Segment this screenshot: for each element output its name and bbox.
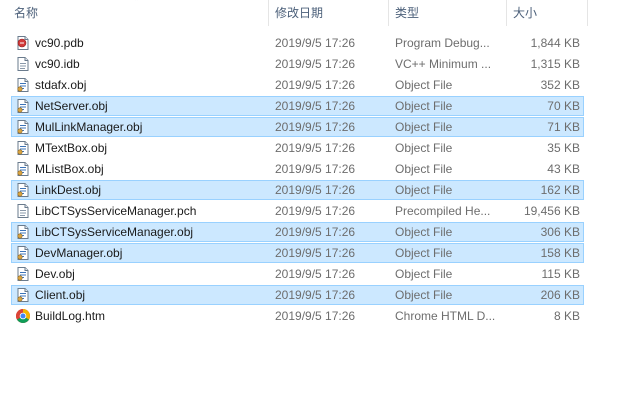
- file-type: Object File: [395, 267, 453, 281]
- file-type: Precompiled He...: [395, 204, 491, 218]
- file-type: Object File: [395, 162, 453, 176]
- file-size: 1,315 KB: [530, 57, 580, 71]
- object-file-icon: [15, 119, 31, 135]
- file-type: Chrome HTML D...: [395, 309, 496, 323]
- file-size: 306 KB: [540, 225, 580, 239]
- file-date-modified: 2019/9/5 17:26: [275, 36, 356, 50]
- file-date-modified: 2019/9/5 17:26: [275, 246, 356, 260]
- file-size: 115 KB: [541, 267, 580, 281]
- file-date-modified: 2019/9/5 17:26: [275, 204, 356, 218]
- file-name[interactable]: Client.obj: [35, 285, 267, 305]
- file-type: Program Debug...: [395, 36, 490, 50]
- file-row[interactable]: MListBox.obj 2019/9/5 17:26 Object File 43 …: [0, 159, 643, 179]
- file-row[interactable]: vc90.idb 2019/9/5 17:26 VC++ Minimum ... 1,…: [0, 54, 643, 74]
- file-type: Object File: [395, 99, 453, 113]
- generic-file-icon: [15, 56, 31, 72]
- file-size: 1,844 KB: [530, 36, 580, 50]
- column-header-name[interactable]: 名称: [8, 0, 268, 26]
- file-row[interactable]: MTextBox.obj 2019/9/5 17:26 Object File 35 …: [0, 138, 643, 158]
- object-file-icon: [15, 182, 31, 198]
- object-file-icon: [15, 266, 31, 282]
- file-size: 35 KB: [547, 141, 580, 155]
- file-row[interactable]: MulLinkManager.obj 2019/9/5 17:26 Object F…: [0, 117, 643, 137]
- column-header-type[interactable]: 类型: [388, 0, 506, 26]
- file-type: Object File: [395, 246, 453, 260]
- file-name[interactable]: vc90.idb: [35, 54, 267, 74]
- file-name[interactable]: vc90.pdb: [35, 33, 267, 53]
- file-name[interactable]: MListBox.obj: [35, 159, 267, 179]
- file-row[interactable]: stdafx.obj 2019/9/5 17:26 Object File 352 K…: [0, 75, 643, 95]
- file-row[interactable]: BuildLog.htm 2019/9/5 17:26 Chrome HTML D.…: [0, 306, 643, 326]
- file-row[interactable]: NetServer.obj 2019/9/5 17:26 Object File 70…: [0, 96, 643, 116]
- file-type: Object File: [395, 288, 453, 302]
- file-date-modified: 2019/9/5 17:26: [275, 99, 356, 113]
- file-type: Object File: [395, 141, 453, 155]
- object-file-icon: [15, 77, 31, 93]
- file-size: 43 KB: [547, 162, 580, 176]
- chrome-html-icon: [15, 308, 31, 324]
- file-type: Object File: [395, 78, 453, 92]
- file-size: 71 KB: [547, 120, 580, 134]
- file-size: 8 KB: [553, 309, 580, 323]
- file-size: 206 KB: [540, 288, 580, 302]
- file-size: 352 KB: [540, 78, 580, 92]
- file-row[interactable]: LibCTSysServiceManager.obj 2019/9/5 17:26…: [0, 222, 643, 242]
- file-type: Object File: [395, 225, 453, 239]
- file-date-modified: 2019/9/5 17:26: [275, 57, 356, 71]
- file-row[interactable]: vc90.pdb 2019/9/5 17:26 Program Debug... 1,…: [0, 33, 643, 53]
- file-size: 19,456 KB: [523, 204, 580, 218]
- file-type: Object File: [395, 120, 453, 134]
- file-name[interactable]: DevManager.obj: [35, 243, 267, 263]
- object-file-icon: [15, 245, 31, 261]
- file-name[interactable]: stdafx.obj: [35, 75, 267, 95]
- file-name[interactable]: BuildLog.htm: [35, 306, 267, 326]
- file-list: vc90.pdb 2019/9/5 17:26 Program Debug... 1,…: [0, 33, 643, 327]
- object-file-icon: [15, 287, 31, 303]
- pdb-file-icon: [15, 35, 31, 51]
- object-file-icon: [15, 98, 31, 114]
- column-header-size[interactable]: 大小: [506, 0, 588, 26]
- object-file-icon: [15, 161, 31, 177]
- file-date-modified: 2019/9/5 17:26: [275, 120, 356, 134]
- object-file-icon: [15, 140, 31, 156]
- column-header-date-modified[interactable]: 修改日期: [268, 0, 388, 26]
- file-size: 158 KB: [540, 246, 580, 260]
- file-size: 162 KB: [540, 183, 580, 197]
- file-type: Object File: [395, 183, 453, 197]
- file-row[interactable]: LibCTSysServiceManager.pch 2019/9/5 17:26…: [0, 201, 643, 221]
- file-name[interactable]: Dev.obj: [35, 264, 267, 284]
- file-date-modified: 2019/9/5 17:26: [275, 267, 356, 281]
- file-date-modified: 2019/9/5 17:26: [275, 141, 356, 155]
- object-file-icon: [15, 224, 31, 240]
- file-date-modified: 2019/9/5 17:26: [275, 309, 356, 323]
- file-name[interactable]: LibCTSysServiceManager.obj: [35, 222, 267, 242]
- file-name[interactable]: LibCTSysServiceManager.pch: [35, 201, 267, 221]
- file-date-modified: 2019/9/5 17:26: [275, 288, 356, 302]
- column-header-bar: ⌃ 名称 修改日期 类型 大小: [0, 0, 643, 26]
- file-type: VC++ Minimum ...: [395, 57, 492, 71]
- file-date-modified: 2019/9/5 17:26: [275, 183, 356, 197]
- file-size: 70 KB: [547, 99, 580, 113]
- file-row[interactable]: LinkDest.obj 2019/9/5 17:26 Object File 162…: [0, 180, 643, 200]
- file-date-modified: 2019/9/5 17:26: [275, 78, 356, 92]
- file-name[interactable]: MulLinkManager.obj: [35, 117, 267, 137]
- file-row[interactable]: Dev.obj 2019/9/5 17:26 Object File 115 KB: [0, 264, 643, 284]
- generic-file-icon: [15, 203, 31, 219]
- file-name[interactable]: LinkDest.obj: [35, 180, 267, 200]
- file-date-modified: 2019/9/5 17:26: [275, 162, 356, 176]
- file-name[interactable]: MTextBox.obj: [35, 138, 267, 158]
- file-row[interactable]: DevManager.obj 2019/9/5 17:26 Object File 1…: [0, 243, 643, 263]
- file-name[interactable]: NetServer.obj: [35, 96, 267, 116]
- file-date-modified: 2019/9/5 17:26: [275, 225, 356, 239]
- file-row[interactable]: Client.obj 2019/9/5 17:26 Object File 206 K…: [0, 285, 643, 305]
